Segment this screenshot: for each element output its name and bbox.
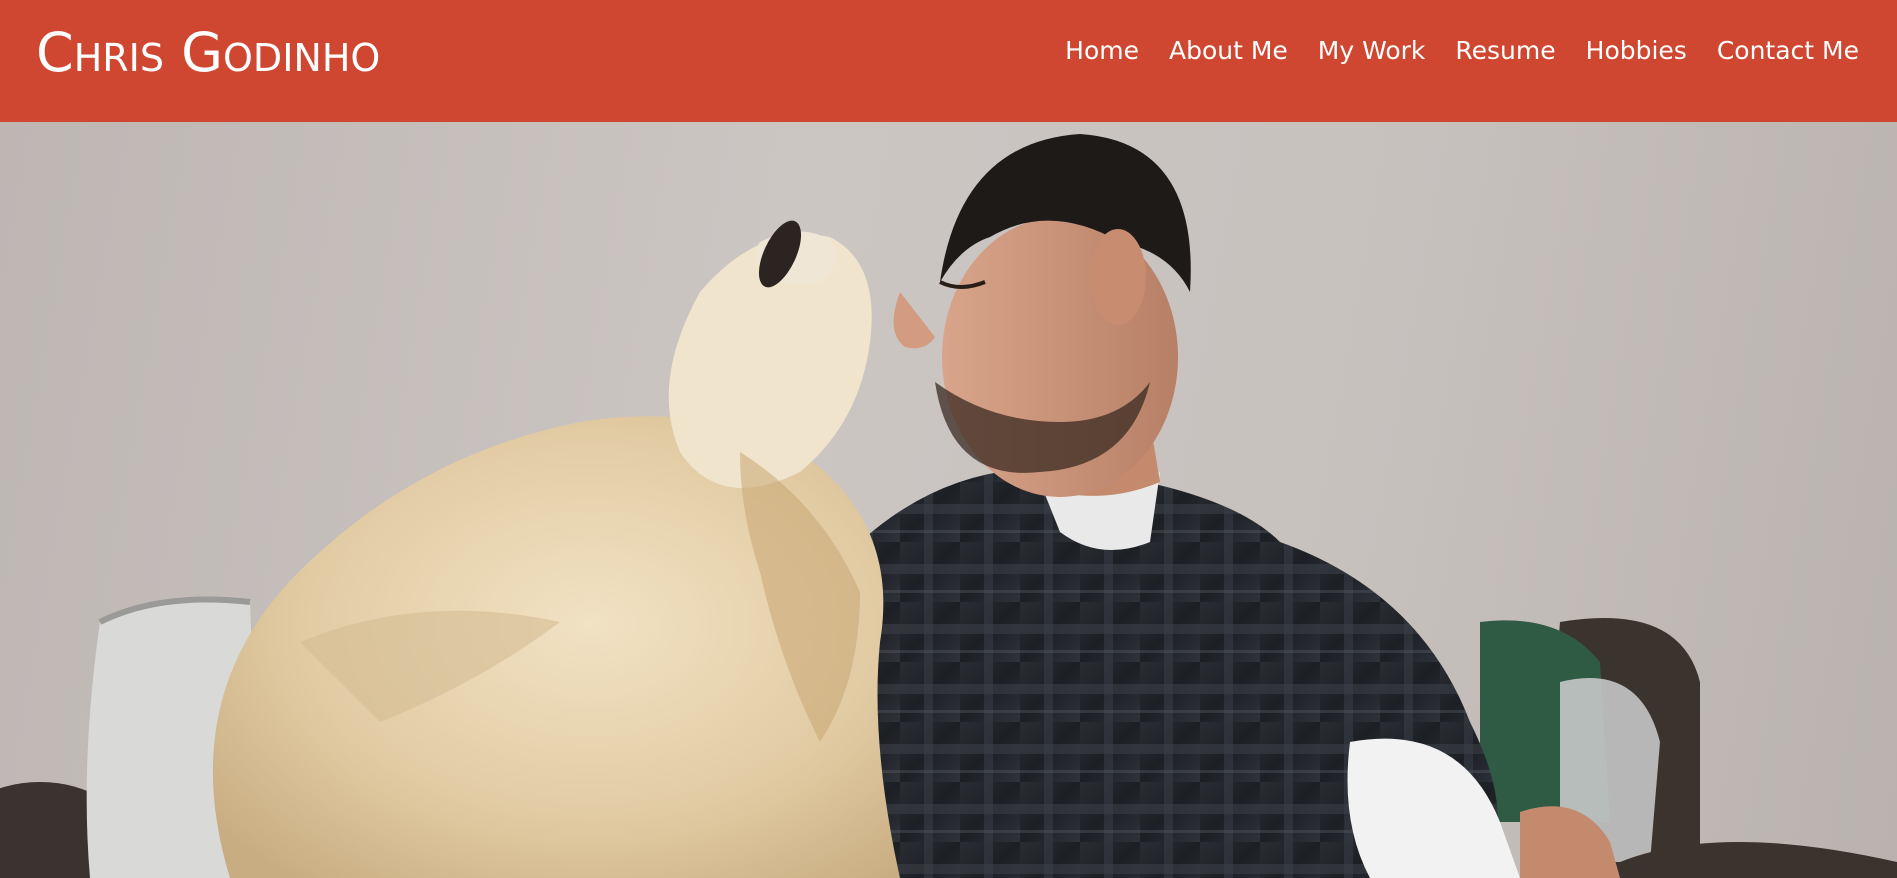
site-title[interactable]: Chris Godinho bbox=[36, 22, 380, 84]
nav-hobbies[interactable]: Hobbies bbox=[1586, 33, 1687, 69]
nav-home[interactable]: Home bbox=[1065, 33, 1139, 69]
nav-about-me[interactable]: About Me bbox=[1169, 33, 1288, 69]
hero-photo-illustration bbox=[0, 134, 1897, 878]
nav-contact-me[interactable]: Contact Me bbox=[1717, 33, 1859, 69]
site-header: Chris Godinho Home About Me My Work Resu… bbox=[0, 0, 1897, 122]
main-nav: Home About Me My Work Resume Hobbies Con… bbox=[1035, 33, 1859, 69]
hero-image bbox=[0, 122, 1897, 878]
nav-resume[interactable]: Resume bbox=[1455, 33, 1555, 69]
nav-my-work[interactable]: My Work bbox=[1318, 33, 1426, 69]
